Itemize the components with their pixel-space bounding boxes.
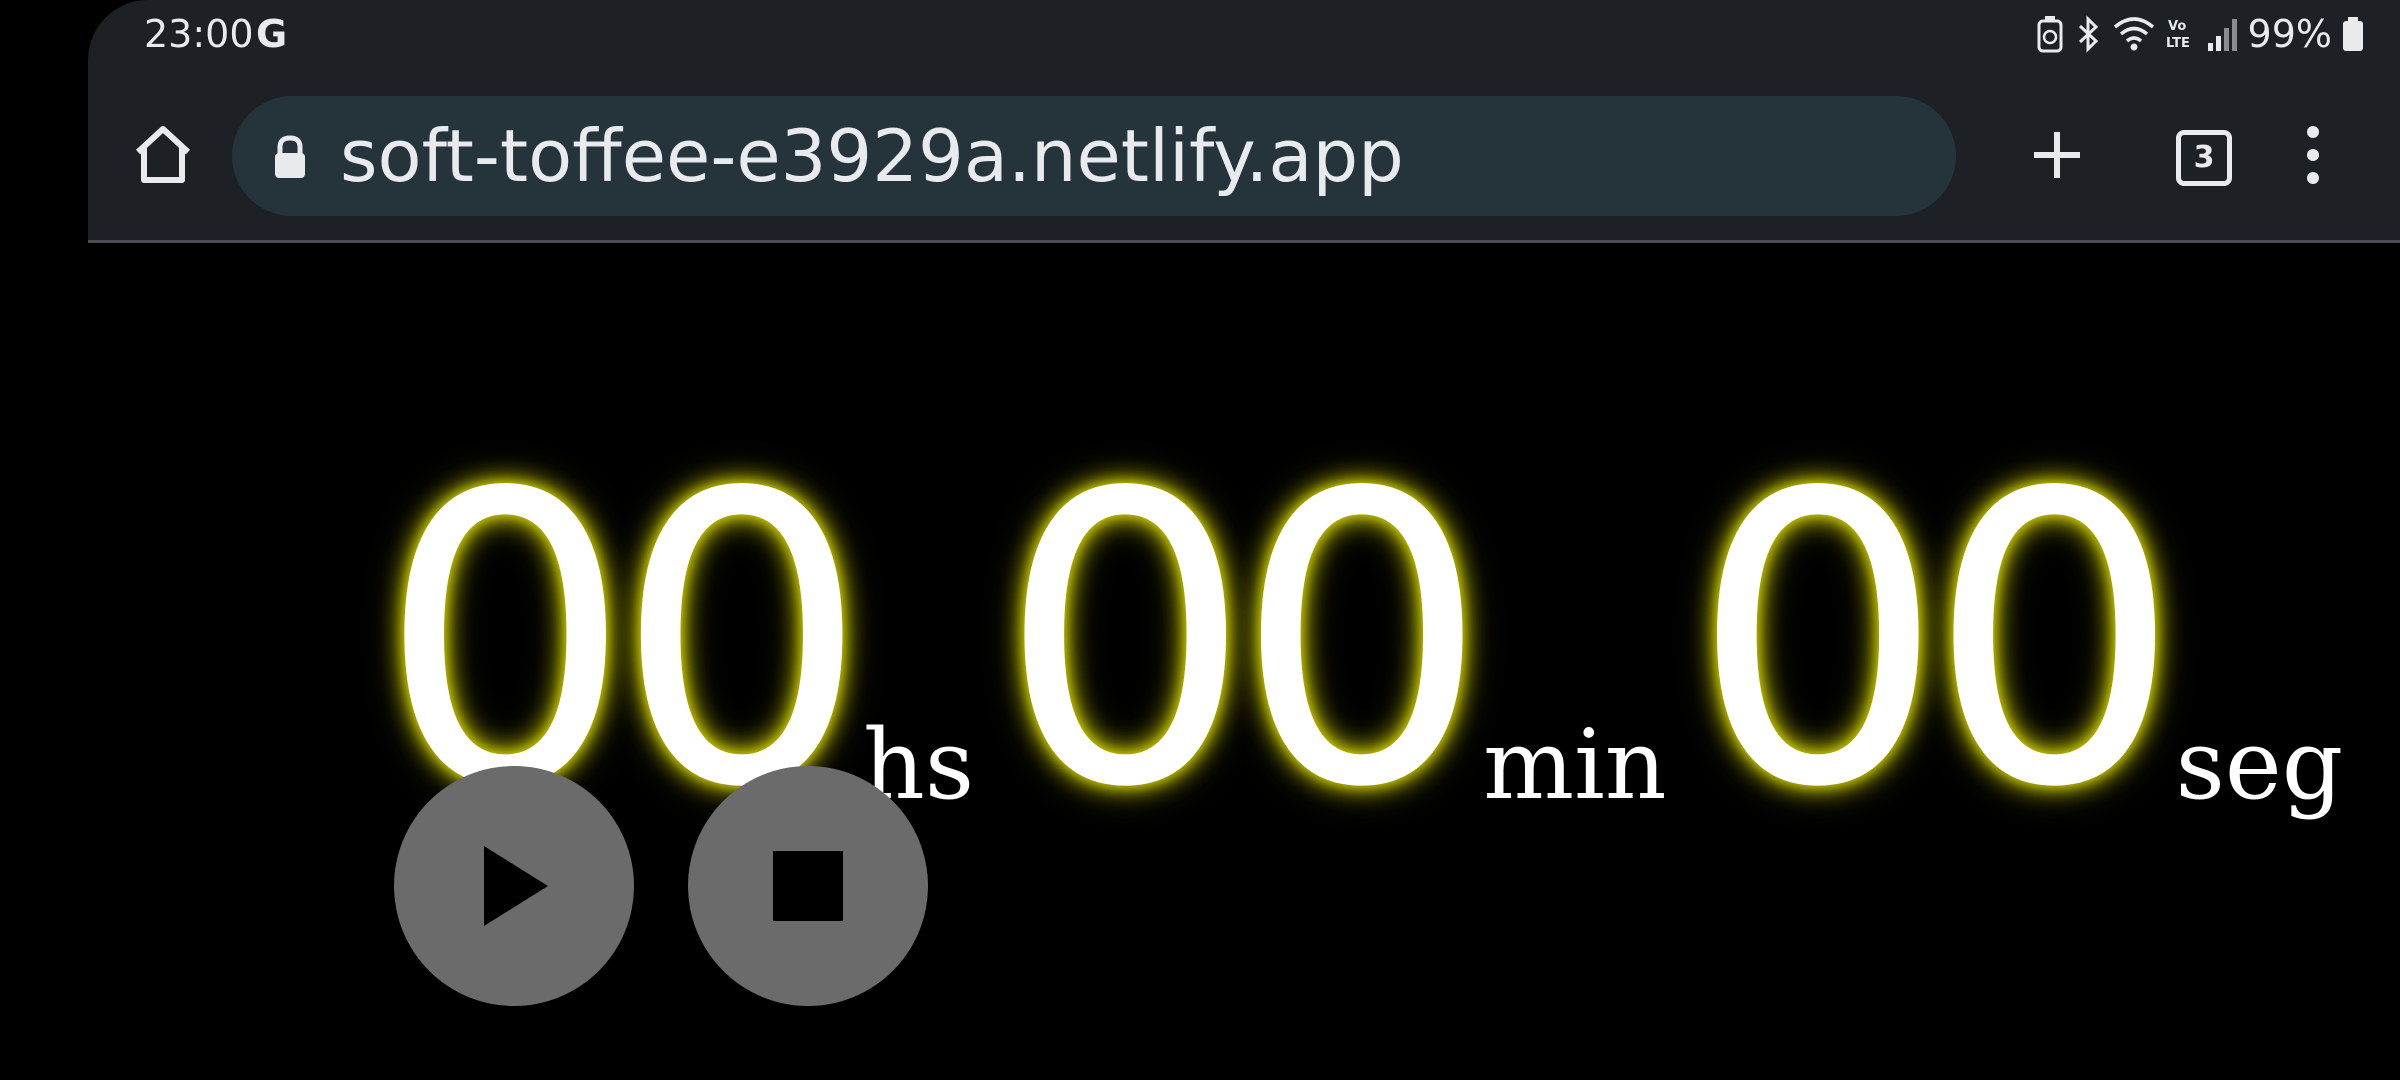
seconds-group: 00 seg [1685, 410, 2362, 875]
signal-icon [2207, 19, 2237, 51]
seconds-digits: 00 [1690, 410, 2182, 875]
page-content: 00 hs 00 min 00 seg [0, 243, 2400, 1080]
minutes-digits: 00 [998, 410, 1489, 875]
plus-icon [2034, 132, 2080, 178]
address-bar[interactable]: soft-toffee-e3929a.netlify.app [232, 96, 1956, 216]
minutes-unit: min [1483, 709, 1667, 821]
tab-switcher-button[interactable]: 3 [2166, 120, 2236, 190]
browser-toolbar: soft-toffee-e3929a.netlify.app 3 [88, 94, 2400, 218]
status-icons: Vo LTE 99% [2036, 12, 2364, 56]
stop-button[interactable] [688, 766, 928, 1006]
timer-controls [394, 766, 928, 1006]
device-screen: 23:00 G Vo LTE 99% soft-toffee-e3929a.ne… [0, 0, 2400, 1080]
google-icon: G [256, 12, 288, 56]
battery-icon [2343, 17, 2363, 51]
svg-text:LTE: LTE [2166, 36, 2190, 51]
svg-text:Vo: Vo [2168, 19, 2186, 34]
stop-icon [773, 851, 843, 921]
home-icon [135, 126, 191, 183]
battery-saver-icon [2037, 16, 2063, 53]
menu-button[interactable] [2288, 120, 2338, 190]
hours-digits: 00 [378, 410, 869, 875]
battery-percentage: 99% [2247, 12, 2332, 56]
lock-icon [275, 135, 305, 178]
status-bar: 23:00 G Vo LTE 99% [88, 0, 2400, 70]
status-time: 23:00 [144, 12, 254, 56]
play-icon [484, 846, 548, 926]
url-text: soft-toffee-e3929a.netlify.app [340, 114, 1404, 198]
minutes-group: 00 min [992, 410, 1685, 875]
hours-group: 00 hs [372, 410, 992, 875]
play-button[interactable] [394, 766, 634, 1006]
seconds-unit: seg [2175, 709, 2344, 821]
browser-chrome: 23:00 G Vo LTE 99% soft-toffee-e3929a.ne… [88, 0, 2400, 243]
bluetooth-icon [2078, 15, 2098, 53]
volte-icon: Vo LTE [2166, 19, 2190, 51]
new-tab-button[interactable] [2022, 120, 2092, 190]
stopwatch-display: 00 hs 00 min 00 seg [372, 353, 2362, 875]
tab-count: 3 [2176, 130, 2232, 186]
more-vert-icon [2307, 126, 2319, 184]
home-button[interactable] [128, 120, 198, 190]
wifi-icon [2113, 17, 2154, 51]
